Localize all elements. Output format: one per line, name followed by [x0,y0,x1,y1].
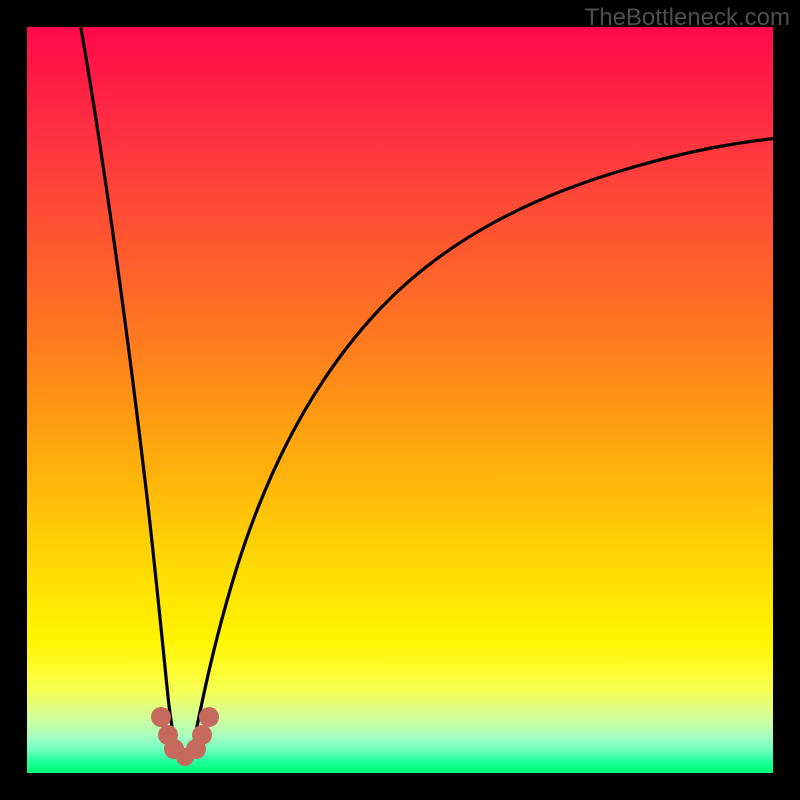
valley-marker [151,707,171,727]
valley-marker [199,707,219,727]
watermark-text: TheBottleneck.com [585,4,790,32]
valley-marker-group [151,707,219,766]
chart-frame: TheBottleneck.com [0,0,800,800]
curve-layer [27,27,773,773]
curve-right-branch [192,137,787,751]
curve-left-branch [79,17,177,751]
valley-marker [192,725,212,745]
plot-area [27,27,773,773]
